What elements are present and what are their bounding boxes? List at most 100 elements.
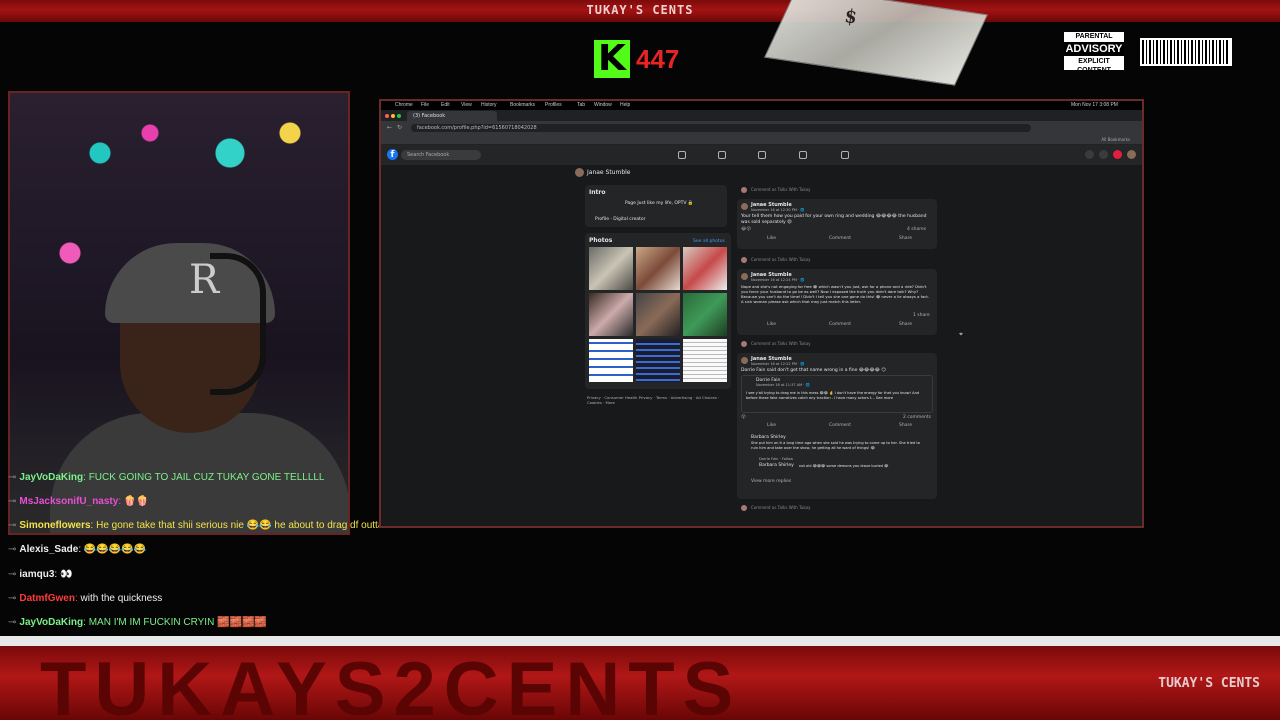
photo-thumbnail[interactable]	[636, 247, 680, 290]
marketplace-icon[interactable]	[799, 151, 807, 159]
photo-thumbnail[interactable]	[636, 293, 680, 336]
top-overlay-band: TUKAY'S CENTS	[0, 0, 1280, 22]
chat-message: ⊸ JayVoDaKing: MAN I'M IM FUCKIN CRYIN 🧱🧱…	[8, 617, 267, 628]
chat-badge-icon: ⊸	[8, 520, 17, 531]
post-timestamp[interactable]: November 16 at 12:22 PM · 🌐	[751, 362, 805, 366]
flag-icon[interactable]	[718, 151, 726, 159]
gaming-icon[interactable]	[841, 151, 849, 159]
close-window-button[interactable]	[385, 114, 389, 118]
photo-thumbnail[interactable]	[683, 293, 727, 336]
post-comment-count[interactable]: 2 comments	[903, 415, 931, 420]
post-text: Dorrie Fain said don't get that name wro…	[741, 368, 886, 373]
account-avatar[interactable]	[1127, 150, 1136, 159]
post-share-count[interactable]: 4 shares	[907, 227, 926, 232]
menu-item[interactable]: History	[481, 102, 497, 108]
photo-thumbnail[interactable]	[589, 293, 633, 336]
like-button[interactable]: Like	[767, 236, 776, 241]
facebook-logo-icon[interactable]: f	[387, 149, 398, 160]
home-icon[interactable]	[678, 151, 686, 159]
post-share-count[interactable]: 1 share	[913, 313, 930, 318]
intro-card: Intro Page Just like my life, OPTV 🔒 Pro…	[585, 185, 727, 227]
facebook-top-nav: f Search Facebook	[381, 145, 1142, 166]
chat-message: ⊸ iamqu3: 👀	[8, 569, 72, 580]
profile-name[interactable]: Janae Stumble	[587, 169, 631, 176]
reload-icon[interactable]: ↻	[397, 124, 402, 131]
chat-badge-icon: ⊸	[8, 617, 17, 628]
minimize-window-button[interactable]	[391, 114, 395, 118]
bottom-overlay-band: TUKAYS2CENTS TUKAY'S CENTS	[0, 636, 1280, 720]
parental-advisory-logo: PARENTAL ADVISORY EXPLICIT CONTENT	[1064, 32, 1124, 74]
photo-thumbnail[interactable]	[589, 247, 633, 290]
comment-bar[interactable]: Comment as Talks With Tukay	[737, 255, 937, 265]
photo-thumbnail[interactable]	[636, 339, 680, 382]
facebook-footer-links[interactable]: Privacy · Consumer Health Privacy · Term…	[587, 395, 727, 405]
photo-thumbnail[interactable]	[589, 339, 633, 382]
url-input[interactable]: facebook.com/profile.php?id=615607180420…	[411, 124, 1031, 132]
photo-thumbnail[interactable]	[683, 339, 727, 382]
all-bookmarks-label[interactable]: All Bookmarks	[1101, 137, 1130, 142]
menu-item[interactable]: File	[421, 102, 429, 108]
profile-avatar[interactable]	[575, 168, 584, 177]
post-reactions[interactable]: 😂😮	[741, 227, 751, 232]
comment-button[interactable]: Comment	[829, 423, 851, 428]
menu-grid-icon[interactable]	[1085, 150, 1094, 159]
share-button[interactable]: Share	[899, 236, 912, 241]
menu-item[interactable]: Tab	[577, 102, 585, 108]
reply-author-2[interactable]: Dorrie Fain · Follow	[759, 457, 793, 461]
mouse-cursor-icon: ⌖	[959, 330, 963, 338]
see-all-photos-link[interactable]: See all photos	[693, 239, 725, 244]
mac-menu-bar: Mon Nov 17 3:08 PM Chrome File Edit View His…	[381, 101, 1142, 110]
post-timestamp[interactable]: November 16 at 12:30 PM · 🌐	[751, 208, 805, 212]
menu-item[interactable]: Help	[620, 102, 630, 108]
menu-item[interactable]: View	[461, 102, 472, 108]
zoom-window-button[interactable]	[397, 114, 401, 118]
menu-item[interactable]: Bookmarks	[510, 102, 535, 108]
photo-thumbnail[interactable]	[683, 247, 727, 290]
like-button[interactable]: Like	[767, 322, 776, 327]
post-avatar[interactable]	[741, 203, 748, 210]
chat-text: He gone take that shii serious nie 😂😂 he…	[96, 520, 403, 531]
post-timestamp[interactable]: November 16 at 12:24 PM · 🌐	[751, 278, 805, 282]
barcode-graphic	[1140, 38, 1232, 66]
reply-author[interactable]: Barbara Shirley	[751, 435, 786, 440]
comment-bar[interactable]: Comment as Talks With Tukay	[737, 339, 937, 349]
like-button[interactable]: Like	[767, 423, 776, 428]
comment-button[interactable]: Comment	[829, 236, 851, 241]
chat-badge-icon: ⊸	[8, 593, 17, 604]
post-avatar[interactable]	[741, 273, 748, 280]
post-card: Janae Stumble November 16 at 12:24 PM · …	[737, 269, 937, 335]
post-reactions[interactable]: 😮	[741, 415, 746, 420]
share-button[interactable]: Share	[899, 322, 912, 327]
captured-browser-window: Mon Nov 17 3:08 PM Chrome File Edit View His…	[379, 99, 1144, 528]
chat-message: ⊸ Alexis_Sade: 😂😂😂😂😂	[8, 544, 146, 555]
facebook-search-input[interactable]: Search Facebook	[401, 150, 481, 160]
share-button[interactable]: Share	[899, 423, 912, 428]
back-arrow-icon[interactable]: ←	[387, 124, 392, 131]
menu-item[interactable]: Chrome	[395, 102, 413, 108]
advisory-line2: ADVISORY	[1064, 42, 1124, 56]
comment-button[interactable]: Comment	[829, 322, 851, 327]
notifications-icon[interactable]	[1113, 150, 1122, 159]
kick-logo-icon: K	[594, 40, 630, 78]
video-icon[interactable]	[758, 151, 766, 159]
menu-item[interactable]: Profiles	[545, 102, 562, 108]
clock: Mon Nov 17 3:08 PM	[1071, 102, 1118, 108]
menu-item[interactable]: Window	[594, 102, 612, 108]
comment-bar[interactable]: Comment as Talks With Tukay	[737, 185, 937, 195]
intro-bio: Page Just like my life, OPTV 🔒	[625, 201, 694, 206]
shared-post[interactable]: Dorrie Fain November 16 at 11:37 AM · 🌐 …	[741, 375, 933, 413]
post-avatar[interactable]	[741, 357, 748, 364]
view-more-replies-link[interactable]: View more replies	[751, 479, 791, 484]
reply-text: She put him on it a long time ago when s…	[751, 441, 920, 450]
shared-post-timestamp: November 16 at 11:37 AM · 🌐	[756, 383, 810, 387]
comment-placeholder: Comment as Talks With Tukay	[751, 257, 811, 262]
menu-item[interactable]: Edit	[441, 102, 450, 108]
photos-card: Photos See all photos	[585, 233, 731, 389]
advisory-line1: PARENTAL	[1075, 33, 1113, 40]
chat-badge-icon: ⊸	[8, 569, 17, 580]
reply-author-3[interactable]: Barbara Shirley	[759, 463, 794, 468]
advisory-line3: EXPLICIT CONTENT	[1077, 58, 1111, 74]
browser-tab[interactable]: (3) Facebook	[407, 111, 497, 121]
messenger-icon[interactable]	[1099, 150, 1108, 159]
comment-bar[interactable]: Comment as Talks With Tukay	[737, 503, 937, 513]
